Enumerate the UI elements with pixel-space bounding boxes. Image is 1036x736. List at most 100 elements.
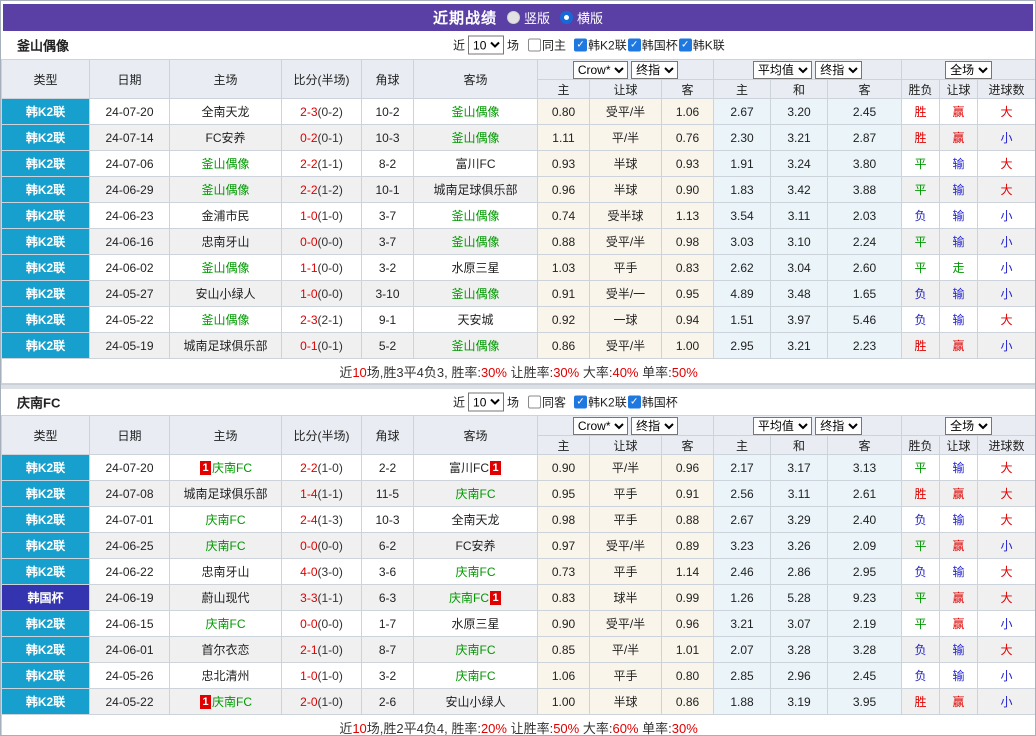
games-count-select[interactable]: 10 — [468, 392, 505, 412]
handicap-line: 半球 — [589, 150, 662, 177]
avg-away-odds: 2.60 — [827, 254, 903, 281]
match-date: 24-06-15 — [89, 610, 170, 637]
avg-odds-select[interactable]: 平均值 — [752, 416, 812, 435]
league-checkbox[interactable]: ✓ — [627, 395, 641, 409]
home-odds: 0.80 — [537, 98, 590, 125]
layout-option-horizontal[interactable]: 横版 — [560, 8, 603, 27]
league-checkbox[interactable]: ✓ — [574, 395, 588, 409]
same-venue-checkbox[interactable] — [528, 38, 542, 52]
league-type-badge: 韩K2联 — [1, 610, 90, 637]
avg-draw-odds: 3.20 — [770, 98, 829, 125]
home-team: 安山小绿人 — [169, 280, 282, 307]
subcol-away-odds: 客 — [660, 435, 715, 455]
away-team: 安山小绿人 — [413, 688, 538, 715]
corner-score: 9-1 — [361, 306, 414, 333]
home-odds: 1.06 — [537, 662, 590, 689]
match-date: 24-07-08 — [89, 480, 170, 507]
away-odds: 0.99 — [660, 584, 715, 611]
vertical-radio-icon[interactable] — [506, 11, 520, 24]
final-odds-select[interactable]: 终指 — [631, 416, 679, 435]
result-goals: 大 — [977, 506, 1035, 533]
result-goals: 大 — [977, 584, 1035, 611]
layout-option-vertical[interactable]: 竖版 — [506, 8, 550, 27]
away-odds: 0.93 — [660, 150, 715, 177]
final-odds-select-2[interactable]: 终指 — [815, 60, 863, 79]
horizontal-radio-icon[interactable] — [560, 11, 573, 24]
scope-select[interactable]: 全场 — [945, 416, 993, 435]
scope-select[interactable]: 全场 — [945, 60, 993, 79]
home-team: 忠南牙山 — [169, 228, 282, 255]
result-handicap: 输 — [939, 228, 979, 255]
home-odds: 0.83 — [537, 584, 590, 611]
league-checkbox[interactable]: ✓ — [627, 38, 641, 52]
home-odds: 0.90 — [537, 454, 590, 481]
score-cell: 2-3(2-1) — [281, 306, 362, 333]
home-team: 忠北清州 — [169, 662, 282, 689]
match-row: 韩K2联 24-06-01 首尔衣恋 2-1(1-0) 8-7 庆南FC 0.85 平/半 1.… — [1, 636, 1035, 663]
league-type-badge: 韩K2联 — [1, 506, 90, 533]
away-odds: 1.14 — [660, 558, 715, 585]
result-wdl: 平 — [901, 150, 941, 177]
avg-odds-select[interactable]: 平均值 — [752, 60, 812, 79]
final-odds-select[interactable]: 终指 — [631, 60, 679, 79]
league-checkbox[interactable]: ✓ — [574, 38, 588, 52]
home-team: 釜山偶像 — [169, 254, 282, 281]
league-checkbox[interactable]: ✓ — [678, 38, 692, 52]
score-cell: 3-3(1-1) — [281, 584, 362, 611]
red-card-badge: 1 — [200, 695, 211, 709]
col-score: 比分(半场) — [281, 59, 362, 99]
match-row: 韩K2联 24-05-27 安山小绿人 1-0(0-0) 3-10 釜山偶像 0.91 受半/… — [1, 280, 1035, 307]
match-date: 24-05-19 — [89, 332, 170, 359]
same-venue-checkbox[interactable] — [528, 395, 542, 409]
away-odds: 0.91 — [660, 480, 715, 507]
col-score: 比分(半场) — [281, 415, 362, 455]
corner-score: 10-1 — [361, 176, 414, 203]
league-checkbox-label: 韩国杯 — [641, 395, 678, 410]
home-odds: 0.96 — [537, 176, 590, 203]
col-home: 主场 — [169, 59, 282, 99]
avg-home-odds: 2.67 — [713, 98, 772, 125]
score-cell: 4-0(3-0) — [281, 558, 362, 585]
home-odds: 0.86 — [537, 332, 590, 359]
match-date: 24-06-16 — [89, 228, 170, 255]
subcol-avg-away: 客 — [827, 79, 903, 99]
away-team: 釜山偶像 — [413, 228, 538, 255]
games-count-select[interactable]: 10 — [468, 35, 505, 55]
result-handicap: 赢 — [939, 480, 979, 507]
result-goals: 小 — [977, 124, 1035, 151]
avg-away-odds: 5.46 — [827, 306, 903, 333]
match-date: 24-07-01 — [89, 506, 170, 533]
odds-company-select[interactable]: Crow* — [572, 416, 628, 435]
away-team: 城南足球俱乐部 — [413, 176, 538, 203]
same-venue-label: 同客 — [542, 395, 567, 410]
col-type: 类型 — [1, 415, 90, 455]
avg-group-header: 平均值 终指 — [713, 59, 903, 80]
match-date: 24-06-02 — [89, 254, 170, 281]
league-type-badge: 韩K2联 — [1, 662, 90, 689]
match-date: 24-07-20 — [89, 98, 170, 125]
avg-away-odds: 2.95 — [827, 558, 903, 585]
match-row: 韩K2联 24-07-14 FC安养 0-2(0-1) 10-3 釜山偶像 1.11 平/半 0… — [1, 124, 1035, 151]
final-odds-select-2[interactable]: 终指 — [815, 416, 863, 435]
home-team: 庆南FC — [169, 506, 282, 533]
result-goals: 小 — [977, 610, 1035, 637]
result-handicap: 输 — [939, 280, 979, 307]
match-row: 韩国杯 24-06-19 蔚山现代 3-3(1-1) 6-3 庆南FC 1 0.83 球半 0.9… — [1, 584, 1035, 611]
match-row: 韩K2联 24-05-22 釜山偶像 2-3(2-1) 9-1 天安城 0.92 一球 0.94… — [1, 306, 1035, 333]
result-handicap: 输 — [939, 454, 979, 481]
league-type-badge: 韩K2联 — [1, 98, 90, 125]
avg-home-odds: 1.88 — [713, 688, 772, 715]
odds-company-select[interactable]: Crow* — [572, 60, 628, 79]
avg-draw-odds: 2.96 — [770, 662, 829, 689]
corner-score: 2-6 — [361, 688, 414, 715]
subcol-avg-draw: 和 — [770, 435, 829, 455]
avg-home-odds: 2.30 — [713, 124, 772, 151]
result-goals: 大 — [977, 480, 1035, 507]
scope-group-header: 全场 — [901, 415, 1035, 436]
result-handicap: 输 — [939, 150, 979, 177]
avg-away-odds: 2.45 — [827, 662, 903, 689]
corner-score: 6-2 — [361, 532, 414, 559]
near-label: 近 — [453, 38, 466, 53]
handicap-line: 半球 — [589, 176, 662, 203]
match-row: 韩K2联 24-05-22 1 庆南FC 2-0(1-0) 2-6 安山小绿人 1.00 半球 0… — [1, 688, 1035, 715]
